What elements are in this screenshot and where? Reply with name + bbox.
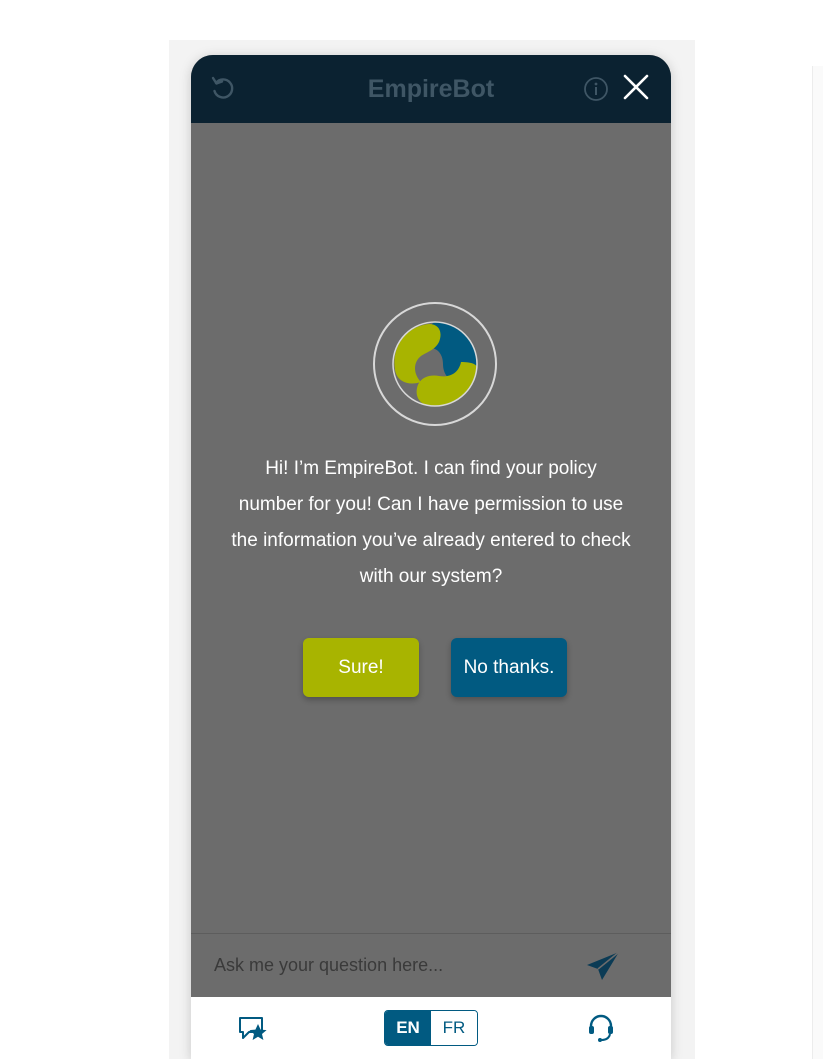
favorites-button[interactable]: [237, 1014, 269, 1044]
close-icon: [622, 73, 650, 106]
chat-star-icon: [237, 1017, 269, 1048]
restart-button[interactable]: [207, 75, 237, 105]
language-en[interactable]: EN: [385, 1011, 431, 1045]
bot-avatar: [373, 302, 497, 426]
empire-logo: [392, 321, 478, 407]
close-button[interactable]: [619, 72, 653, 106]
chatbot-widget: EmpireBot Hi! I’m EmpireBot. I can find …: [191, 55, 671, 1059]
send-icon: [585, 951, 621, 986]
message-composer: Ask me your question here...: [191, 933, 671, 998]
language-toggle: EN FR: [384, 1010, 478, 1046]
refresh-icon: [209, 75, 235, 106]
adjacent-panel-edge: [812, 66, 823, 1059]
chat-header: EmpireBot: [191, 55, 671, 123]
send-button[interactable]: [585, 950, 621, 982]
language-fr[interactable]: FR: [431, 1011, 477, 1045]
question-input[interactable]: Ask me your question here...: [214, 950, 554, 980]
info-icon: [583, 76, 609, 107]
live-agent-button[interactable]: [585, 1012, 617, 1044]
info-button[interactable]: [583, 76, 609, 107]
decline-button[interactable]: No thanks.: [451, 638, 567, 697]
chat-footer: EN FR: [191, 997, 671, 1059]
headset-icon: [585, 1014, 617, 1048]
accept-button[interactable]: Sure!: [303, 638, 419, 697]
permission-message: Hi! I’m EmpireBot. I can find your polic…: [231, 458, 631, 587]
